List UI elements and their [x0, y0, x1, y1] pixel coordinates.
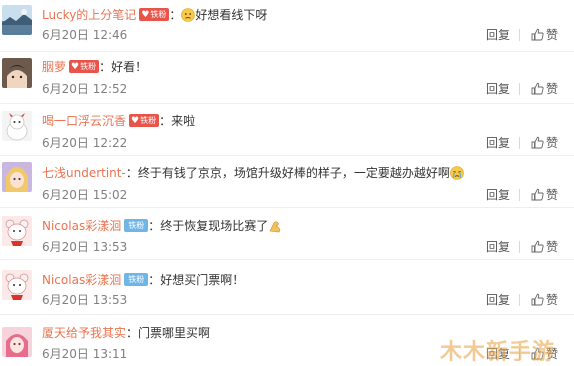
username-link[interactable]: 胭萝: [42, 60, 66, 74]
like-button[interactable]: 赞: [531, 27, 558, 43]
comment-text: 终于恢复现场比赛了: [160, 219, 269, 233]
comment-header: 喝一口浮云沉香 ♥铁粉 ：来啦: [42, 114, 196, 128]
like-button[interactable]: 赞: [531, 292, 558, 308]
comment-item: Lucky的上分笔记 ♥铁粉：好想看线下呀 6月20日 12:46 回复 赞: [0, 0, 574, 52]
comment-text: 门票哪里买啊: [138, 326, 211, 340]
reply-button[interactable]: 回复: [486, 292, 510, 308]
avatar[interactable]: [2, 216, 32, 246]
avatar[interactable]: [2, 111, 32, 141]
avatar[interactable]: [2, 327, 32, 357]
divider: [519, 241, 520, 253]
watermark-logo: 木木新手游: [440, 340, 556, 365]
flexed-arm-emoji: [269, 221, 281, 232]
comment-text: 好想看线下呀: [195, 8, 268, 22]
comment-header: 厦天给予我其实：门票哪里买啊: [42, 326, 211, 340]
comment-time: 6月20日 15:02: [42, 188, 128, 202]
comment-header: 胭萝 ♥铁粉 ：好看！: [42, 60, 148, 74]
comment-time: 6月20日 13:53: [42, 293, 128, 307]
comment-header: 七浅undertint-：终于有钱了京京，场馆升级好棒的样子，一定要越办越好啊: [42, 164, 464, 182]
comment-time: 6月20日 12:52: [42, 82, 128, 96]
avatar[interactable]: [2, 5, 32, 35]
divider: [519, 137, 520, 149]
fan-badge[interactable]: 铁粉: [124, 273, 149, 286]
comment-item: 喝一口浮云沉香 ♥铁粉 ：来啦 6月20日 12:22 回复 赞: [0, 104, 574, 156]
username-link[interactable]: Nicolas彩漾洄: [42, 273, 121, 287]
comment-time: 6月20日 13:11: [42, 347, 128, 361]
username-link[interactable]: Lucky的上分笔记: [42, 8, 136, 22]
comment-header: Nicolas彩漾洄 铁粉 ：终于恢复现场比赛了: [42, 217, 282, 235]
comment-text: 来啦: [171, 114, 196, 128]
thumbs-up-icon: [531, 293, 544, 306]
username-link[interactable]: 喝一口浮云沉香: [42, 114, 126, 128]
comment-item: 胭萝 ♥铁粉 ：好看！ 6月20日 12:52 回复 赞: [0, 52, 574, 104]
reply-button[interactable]: 回复: [486, 81, 510, 97]
crying-face-emoji: [450, 165, 464, 180]
comment-text: 终于有钱了京京，场馆升级好棒的样子，一定要越办越好啊: [137, 166, 450, 180]
avatar[interactable]: [2, 270, 32, 300]
username-link[interactable]: Nicolas彩漾洄: [42, 219, 121, 233]
reply-button[interactable]: 回复: [486, 135, 510, 151]
heart-icon: ♥: [71, 62, 80, 72]
comment-header: Lucky的上分笔记 ♥铁粉：好想看线下呀: [42, 7, 268, 22]
reply-button[interactable]: 回复: [486, 27, 510, 43]
comment-item: Nicolas彩漾洄 铁粉 ：好想买门票啊！ 6月20日 13:53 回复 赞: [0, 260, 574, 315]
username-link[interactable]: 七浅undertint-: [42, 166, 126, 180]
thumbs-up-icon: [531, 188, 544, 201]
thumbs-up-icon: [531, 136, 544, 149]
avatar[interactable]: [2, 162, 32, 192]
like-button[interactable]: 赞: [531, 187, 558, 203]
heart-icon: ♥: [141, 10, 150, 20]
comment-item: Nicolas彩漾洄 铁粉 ：终于恢复现场比赛了 6月20日 13:53 回复 赞: [0, 208, 574, 260]
heart-icon: ♥: [131, 116, 140, 126]
thumbs-up-icon: [531, 82, 544, 95]
fan-badge[interactable]: ♥铁粉: [129, 114, 160, 127]
comment-header: Nicolas彩漾洄 铁粉 ：好想买门票啊！: [42, 273, 245, 287]
comment-text: 好看！: [111, 60, 148, 74]
thumbs-up-icon: [531, 28, 544, 41]
like-button[interactable]: 赞: [531, 135, 558, 151]
like-button[interactable]: 赞: [531, 239, 558, 255]
divider: [519, 189, 520, 201]
divider: [519, 294, 520, 306]
username-link[interactable]: 厦天给予我其实: [42, 326, 126, 340]
comment-time: 6月20日 13:53: [42, 240, 128, 254]
fan-badge[interactable]: ♥铁粉: [69, 60, 100, 73]
divider: [519, 83, 520, 95]
fan-badge[interactable]: ♥铁粉: [139, 8, 170, 21]
thumbs-up-icon: [531, 240, 544, 253]
comment-text: 好想买门票啊！: [160, 273, 245, 287]
comment-time: 6月20日 12:22: [42, 136, 128, 150]
comment-time: 6月20日 12:46: [42, 28, 128, 42]
avatar[interactable]: [2, 58, 32, 88]
divider: [519, 29, 520, 41]
reply-button[interactable]: 回复: [486, 239, 510, 255]
comment-item: 七浅undertint-：终于有钱了京京，场馆升级好棒的样子，一定要越办越好啊 …: [0, 156, 574, 208]
sad-face-emoji: [181, 7, 196, 22]
like-button[interactable]: 赞: [531, 81, 558, 97]
fan-badge[interactable]: 铁粉: [124, 219, 149, 232]
reply-button[interactable]: 回复: [486, 187, 510, 203]
